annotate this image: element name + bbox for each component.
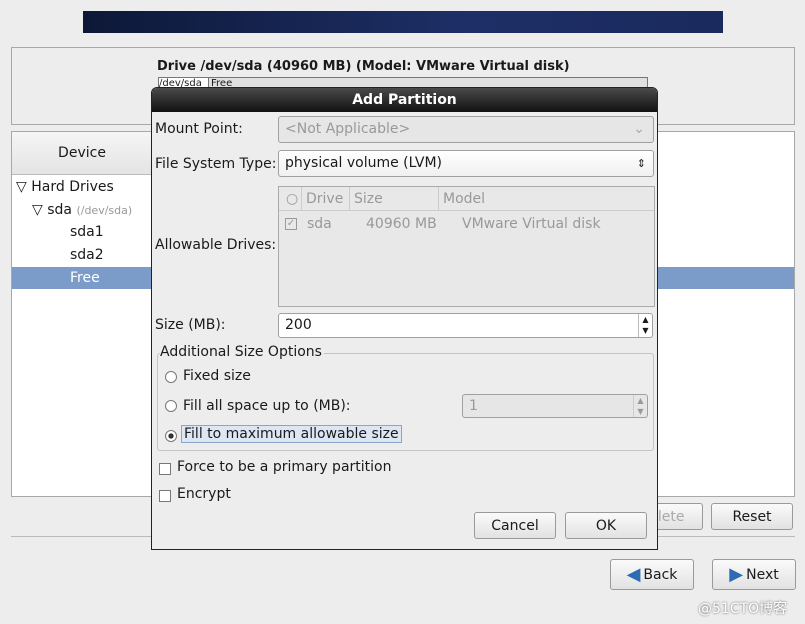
- drives-list-header: ○ Drive Size Model: [279, 187, 654, 211]
- fixed-size-radio[interactable]: [165, 371, 177, 383]
- drive-label: Drive /dev/sda (40960 MB) (Model: VMware…: [157, 59, 570, 74]
- drive-size: 40960 MB: [366, 216, 437, 232]
- back-arrow-icon: ◀: [626, 564, 641, 585]
- mount-point-value: <Not Applicable>: [285, 121, 411, 137]
- column-drive[interactable]: Drive: [301, 187, 343, 211]
- size-value: 200: [285, 317, 312, 333]
- size-input[interactable]: 200 ▲ ▼: [278, 313, 653, 338]
- dialog-title: Add Partition: [152, 88, 657, 112]
- next-button[interactable]: ▶ Next: [712, 559, 796, 590]
- tree-item-sda[interactable]: ▽ sda (/dev/sda): [12, 199, 152, 221]
- expander-icon[interactable]: ▽: [16, 179, 27, 195]
- updown-icon: ⇕: [636, 157, 646, 170]
- encrypt-label[interactable]: Encrypt: [177, 486, 231, 502]
- mount-point-label: Mount Point:: [155, 121, 243, 137]
- drive-name: sda: [307, 216, 332, 232]
- chevron-down-icon: ⌄: [633, 121, 645, 137]
- mount-point-combo[interactable]: <Not Applicable> ⌄: [278, 116, 654, 143]
- device-column-header[interactable]: Device: [12, 132, 152, 175]
- encrypt-checkbox[interactable]: [159, 490, 171, 502]
- fill-upto-value: 1: [469, 398, 478, 414]
- cancel-button[interactable]: Cancel: [474, 512, 556, 539]
- primary-partition-checkbox[interactable]: [159, 463, 171, 475]
- expander-icon[interactable]: ▽: [32, 202, 43, 218]
- column-size[interactable]: Size: [349, 187, 383, 211]
- tree-item-sda2[interactable]: sda2: [12, 244, 152, 266]
- drive-checkbox[interactable]: ✓: [285, 218, 297, 230]
- drive-model: VMware Virtual disk: [462, 216, 601, 232]
- fill-upto-label[interactable]: Fill all space up to (MB):: [183, 398, 351, 414]
- primary-partition-label[interactable]: Force to be a primary partition: [177, 459, 391, 475]
- spinner-icon[interactable]: ▲ ▼: [638, 314, 652, 337]
- spinner-icon[interactable]: ▲ ▼: [633, 395, 647, 417]
- header-banner: [83, 11, 723, 33]
- tree-item-sda1[interactable]: sda1: [12, 221, 152, 243]
- tree-label: sda: [47, 202, 72, 218]
- back-button[interactable]: ◀ Back: [610, 559, 694, 590]
- select-column-icon: ○: [286, 191, 299, 207]
- tree-item-hard-drives[interactable]: ▽ Hard Drives: [12, 176, 152, 198]
- drives-list[interactable]: ○ Drive Size Model ✓ sda 40960 MB VMware…: [278, 186, 655, 307]
- size-label: Size (MB):: [155, 317, 226, 333]
- tree-sublabel: (/dev/sda): [76, 204, 133, 217]
- column-model[interactable]: Model: [438, 187, 485, 211]
- ok-button[interactable]: OK: [565, 512, 647, 539]
- reset-button[interactable]: Reset: [711, 503, 793, 530]
- add-partition-dialog: Add Partition Mount Point: <Not Applicab…: [151, 87, 658, 550]
- allowable-drives-label: Allowable Drives:: [155, 237, 277, 253]
- tree-label: Hard Drives: [31, 179, 114, 195]
- fixed-size-label[interactable]: Fixed size: [183, 368, 251, 384]
- next-arrow-icon: ▶: [729, 564, 744, 585]
- fill-upto-input[interactable]: 1 ▲ ▼: [462, 394, 648, 418]
- fill-max-radio[interactable]: [165, 430, 177, 442]
- fs-type-label: File System Type:: [155, 156, 277, 172]
- fill-upto-radio[interactable]: [165, 400, 177, 412]
- size-options-title: Additional Size Options: [160, 344, 324, 360]
- back-label: Back: [643, 566, 678, 583]
- fs-type-value: physical volume (LVM): [285, 155, 443, 171]
- fs-type-select[interactable]: physical volume (LVM) ⇕: [278, 150, 654, 177]
- next-label: Next: [746, 566, 779, 583]
- watermark: @51CTO博客: [698, 601, 788, 617]
- drive-row[interactable]: ✓ sda 40960 MB VMware Virtual disk: [279, 213, 654, 235]
- fill-max-label[interactable]: Fill to maximum allowable size: [181, 425, 402, 443]
